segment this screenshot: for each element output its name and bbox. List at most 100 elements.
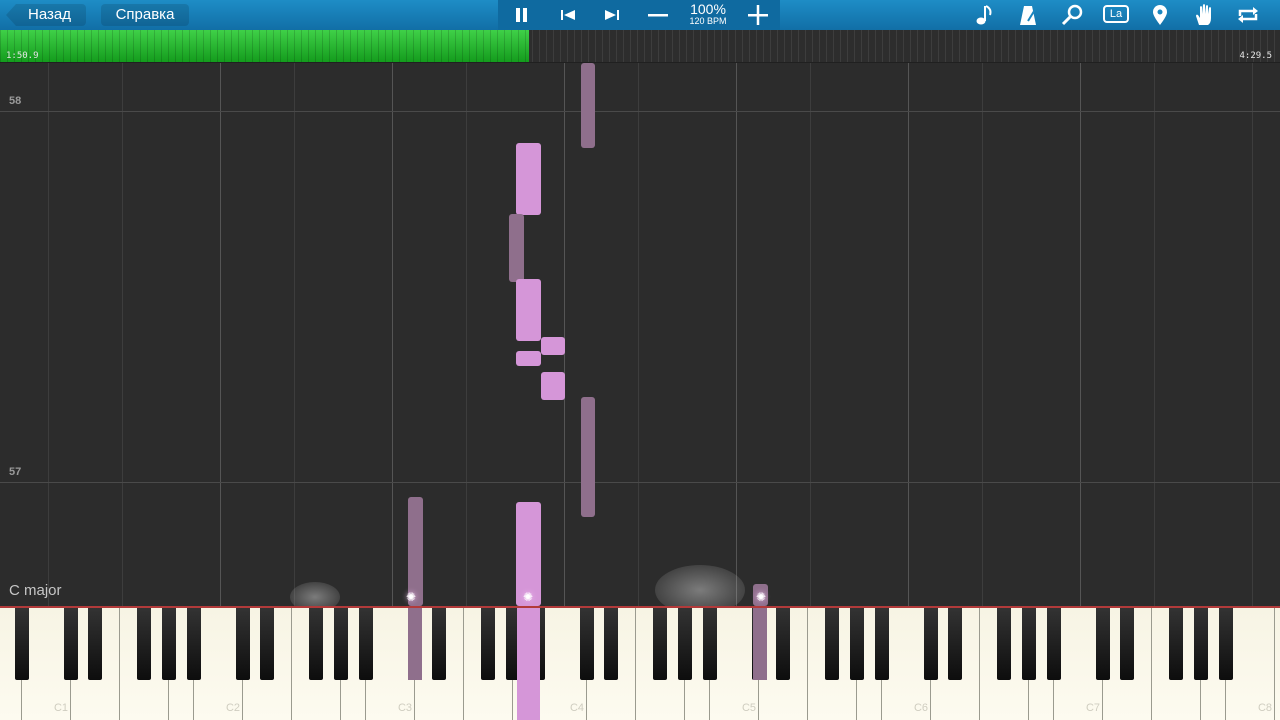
- plus-icon[interactable]: [744, 3, 772, 27]
- note-roll: 58 57: [0, 63, 1280, 606]
- measure-number: 58: [9, 95, 22, 107]
- black-key[interactable]: [309, 608, 323, 680]
- black-key[interactable]: [1047, 608, 1061, 680]
- la-label-icon[interactable]: La: [1102, 3, 1130, 27]
- octave-label: C6: [913, 702, 929, 714]
- black-key[interactable]: [825, 608, 839, 680]
- black-key[interactable]: [15, 608, 29, 680]
- black-key[interactable]: [137, 608, 151, 680]
- black-key[interactable]: [88, 608, 102, 680]
- black-key[interactable]: [1169, 608, 1183, 680]
- black-key[interactable]: [653, 608, 667, 680]
- help-button-label: Справка: [115, 6, 175, 23]
- falling-note: [541, 372, 565, 400]
- tempo-percent: 100%: [690, 1, 726, 17]
- falling-note: [516, 279, 541, 341]
- octave-label: C7: [1085, 702, 1101, 714]
- piano-keyboard[interactable]: C1 C2 C3 C4 C5 C6 C7 C8: [0, 606, 1280, 720]
- falling-note: [509, 214, 524, 282]
- black-key[interactable]: [359, 608, 373, 680]
- black-key[interactable]: [481, 608, 495, 680]
- octave-label: C2: [225, 702, 241, 714]
- note-icon[interactable]: [970, 3, 998, 27]
- black-key[interactable]: [703, 608, 717, 680]
- black-key[interactable]: [1022, 608, 1036, 680]
- black-key[interactable]: [580, 608, 594, 680]
- black-key[interactable]: [64, 608, 78, 680]
- skip-forward-icon[interactable]: [598, 3, 626, 27]
- black-key[interactable]: [850, 608, 864, 680]
- progress-fill: [0, 30, 529, 62]
- toolbar: Назад Справка 100% 120 BPM La: [0, 0, 1280, 30]
- help-button[interactable]: Справка: [101, 4, 189, 26]
- grid-line: [1080, 63, 1081, 606]
- metronome-icon[interactable]: [1014, 3, 1042, 27]
- grid-line: [122, 63, 123, 606]
- octave-label: C4: [569, 702, 585, 714]
- black-key[interactable]: [924, 608, 938, 680]
- falling-note: [581, 397, 595, 517]
- progress-bar[interactable]: [0, 30, 1280, 63]
- black-key[interactable]: [432, 608, 446, 680]
- pause-icon[interactable]: [508, 3, 536, 27]
- pressed-key: [517, 608, 540, 720]
- black-key[interactable]: [604, 608, 618, 680]
- loop-icon[interactable]: [1234, 3, 1262, 27]
- grid-line: [466, 63, 467, 606]
- black-key[interactable]: [948, 608, 962, 680]
- octave-label: C5: [741, 702, 757, 714]
- search-icon[interactable]: [1058, 3, 1086, 27]
- hand-icon[interactable]: [1190, 3, 1218, 27]
- la-badge: La: [1103, 5, 1129, 23]
- back-button-label: Назад: [28, 6, 71, 23]
- total-time: 4:29.5: [1239, 51, 1272, 61]
- grid-line: [638, 63, 639, 606]
- note-hit-spark-icon: ✺: [522, 590, 534, 604]
- skip-back-icon[interactable]: [554, 3, 582, 27]
- falling-note: [516, 351, 541, 366]
- black-key[interactable]: [875, 608, 889, 680]
- octave-label: C8: [1257, 702, 1273, 714]
- black-key[interactable]: [187, 608, 201, 680]
- back-button[interactable]: Назад: [6, 4, 86, 26]
- grid-line: [392, 63, 393, 606]
- measure-line: [0, 482, 1280, 483]
- grid-line: [736, 63, 737, 606]
- black-key[interactable]: [997, 608, 1011, 680]
- black-key[interactable]: [1219, 608, 1233, 680]
- black-key[interactable]: [776, 608, 790, 680]
- grid-line: [564, 63, 565, 606]
- black-key[interactable]: [162, 608, 176, 680]
- measure-line: [0, 111, 1280, 112]
- black-key[interactable]: [236, 608, 250, 680]
- pressed-key: [408, 608, 422, 680]
- tempo-display: 100% 120 BPM: [678, 2, 738, 27]
- note-hit-spark-icon: ✺: [405, 590, 417, 604]
- octave-label: C1: [53, 702, 69, 714]
- black-key[interactable]: [334, 608, 348, 680]
- grid-line: [810, 63, 811, 606]
- grid-line: [1252, 63, 1253, 606]
- falling-note: [541, 337, 565, 355]
- falling-note: [581, 63, 595, 148]
- octave-label: C3: [397, 702, 413, 714]
- grid-line: [982, 63, 983, 606]
- grid-line: [48, 63, 49, 606]
- elapsed-time: 1:50.9: [6, 51, 39, 61]
- grid-line: [220, 63, 221, 606]
- measure-number: 57: [9, 466, 22, 478]
- note-hit-spark-icon: ✺: [755, 590, 767, 604]
- black-key[interactable]: [1194, 608, 1208, 680]
- key-signature: C major: [9, 582, 62, 599]
- black-key[interactable]: [1096, 608, 1110, 680]
- grid-line: [294, 63, 295, 606]
- marker-icon[interactable]: [1146, 3, 1174, 27]
- black-key[interactable]: [678, 608, 692, 680]
- black-key[interactable]: [1120, 608, 1134, 680]
- black-key[interactable]: [260, 608, 274, 680]
- grid-line: [1154, 63, 1155, 606]
- grid-line: [908, 63, 909, 606]
- minus-icon[interactable]: [644, 3, 672, 27]
- pressed-key: [753, 608, 767, 680]
- tempo-bpm: 120 BPM: [689, 16, 727, 26]
